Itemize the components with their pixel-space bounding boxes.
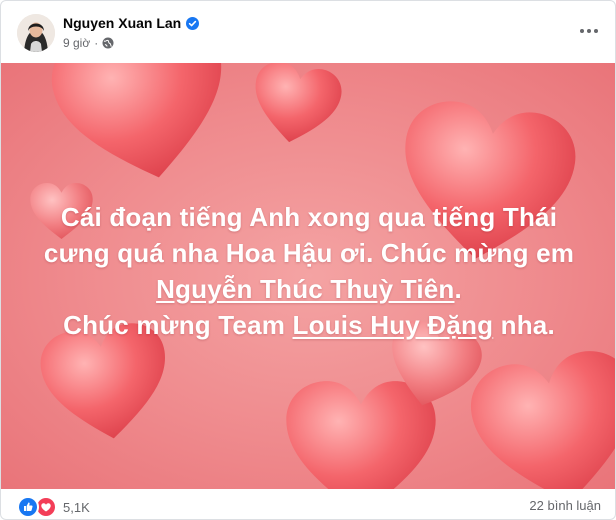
card-line-4-suffix: nha. (493, 310, 555, 340)
card-line-4-prefix: Chúc mừng Team (63, 310, 293, 340)
tag-link-thuy-tien[interactable]: Nguyễn Thúc Thuỳ Tiên (156, 274, 454, 304)
post-footer: 5,1K 22 bình luận (1, 489, 615, 519)
card-line-1: Cái đoạn tiếng Anh xong qua tiếng Thái (60, 202, 558, 232)
card-line-3-suffix: . (454, 274, 462, 304)
author-name[interactable]: Nguyen Xuan Lan (63, 15, 181, 31)
reactions-summary[interactable]: 5,1K (17, 496, 90, 518)
card-line-3: Nguyễn Thúc Thuỳ Tiên. (1, 271, 615, 307)
post-image-card[interactable]: Cái đoạn tiếng Anh xong qua tiếng Thái c… (1, 63, 615, 489)
post-meta: 9 giờ · (63, 36, 114, 50)
reaction-count[interactable]: 5,1K (63, 500, 90, 515)
facebook-post: Nguyen Xuan Lan 9 giờ · Cái đoạn tiếng A… (0, 0, 616, 520)
globe-icon[interactable] (102, 37, 114, 49)
more-options-icon[interactable] (577, 21, 601, 41)
comment-count[interactable]: 22 bình luận (529, 498, 601, 513)
verified-badge-icon (186, 16, 200, 30)
post-time[interactable]: 9 giờ (63, 36, 90, 50)
post-header: Nguyen Xuan Lan 9 giờ · (1, 1, 615, 63)
tag-link-louis-huy-dang[interactable]: Louis Huy Đặng (293, 310, 494, 340)
author-row: Nguyen Xuan Lan (63, 15, 200, 31)
card-message: Cái đoạn tiếng Anh xong qua tiếng Thái c… (1, 199, 615, 343)
meta-separator: · (94, 36, 99, 50)
like-reaction-icon (17, 496, 39, 518)
avatar[interactable] (17, 14, 55, 52)
card-line-4: Chúc mừng Team Louis Huy Đặng nha. (1, 307, 615, 343)
card-line-2: cưng quá nha Hoa Hậu ơi. Chúc mừng em (43, 238, 575, 268)
